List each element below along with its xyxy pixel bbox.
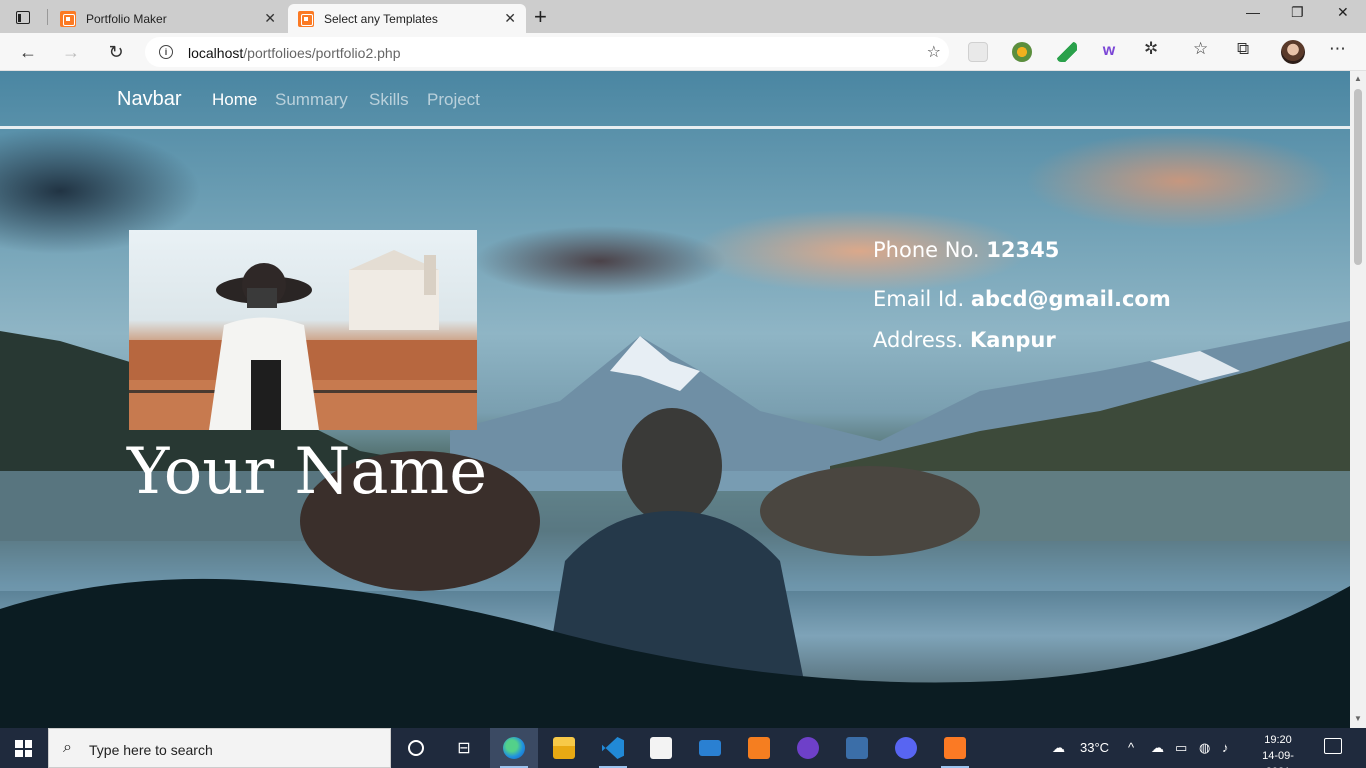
- close-tab-icon[interactable]: ✕: [504, 10, 516, 27]
- weather-icon[interactable]: ☁: [1052, 740, 1065, 756]
- profile-avatar[interactable]: [1281, 40, 1305, 64]
- forward-button[interactable]: →: [58, 39, 84, 65]
- vscode-icon: [602, 737, 624, 759]
- discord-icon: [895, 737, 917, 759]
- search-placeholder: Type here to search: [89, 742, 213, 758]
- tab-portfolio-maker[interactable]: Portfolio Maker ✕: [50, 4, 286, 33]
- sublime-icon: [748, 737, 770, 759]
- nav-link-home[interactable]: Home: [212, 90, 257, 110]
- taskbar-sublime[interactable]: [735, 728, 783, 768]
- task-view-button[interactable]: ⊟: [440, 728, 488, 768]
- github-icon: [797, 737, 819, 759]
- cortana-button[interactable]: [392, 728, 440, 768]
- taskbar-github[interactable]: [784, 728, 832, 768]
- taskbar-xampp[interactable]: [931, 728, 979, 768]
- show-hidden-icons[interactable]: ^: [1128, 740, 1134, 755]
- scrollbar-thumb[interactable]: [1354, 89, 1362, 265]
- network-icon[interactable]: ◍: [1199, 740, 1210, 756]
- page-scrollbar[interactable]: ▲ ▼: [1350, 71, 1366, 728]
- profile-photo: [129, 230, 477, 430]
- clock-time: 19:20: [1264, 734, 1292, 746]
- onedrive-icon[interactable]: ☁: [1151, 740, 1164, 756]
- refresh-button[interactable]: ↻: [103, 39, 129, 65]
- site-info-icon[interactable]: i: [159, 45, 173, 59]
- xampp-icon: [944, 737, 966, 759]
- mail-icon: [699, 740, 721, 756]
- folder-icon: [553, 737, 575, 759]
- address-bar[interactable]: i localhost/portfolioes/portfolio2.php ☆: [145, 37, 949, 67]
- taskbar-search-box[interactable]: ⌕ Type here to search: [48, 728, 391, 768]
- tab-separator: [47, 9, 48, 25]
- w-extension-icon[interactable]: w: [1099, 42, 1119, 62]
- cortana-icon: [408, 740, 424, 756]
- nav-link-skills[interactable]: Skills: [369, 90, 409, 110]
- favorites-icon[interactable]: ☆: [1193, 39, 1208, 59]
- extension-icon[interactable]: [968, 42, 988, 62]
- volume-icon[interactable]: ♪: [1222, 740, 1229, 755]
- battery-icon[interactable]: ▭: [1175, 740, 1187, 756]
- xampp-favicon-icon: [298, 10, 314, 27]
- navbar-brand[interactable]: Navbar: [117, 88, 181, 111]
- scroll-up-icon[interactable]: ▲: [1354, 74, 1362, 83]
- windows-taskbar: ⌕ Type here to search ⊟ ☁ 33°C ^ ☁ ▭ ◍ ♪…: [0, 728, 1366, 768]
- notifications-icon[interactable]: [1324, 738, 1342, 754]
- bottom-wave: [0, 578, 1350, 728]
- minimize-button[interactable]: —: [1246, 4, 1260, 20]
- dev-icon: [846, 737, 868, 759]
- tab-actions-button[interactable]: [10, 6, 36, 28]
- tab-select-templates[interactable]: Select any Templates ✕: [288, 4, 526, 33]
- hero-name: Your Name: [127, 435, 488, 509]
- page-viewport: Navbar Home Summary Skills Project Your …: [0, 71, 1350, 728]
- taskbar-file-explorer[interactable]: [540, 728, 588, 768]
- windows-start-button[interactable]: [15, 740, 32, 757]
- scroll-down-icon[interactable]: ▼: [1354, 714, 1362, 723]
- task-view-icon: ⊟: [457, 740, 471, 757]
- taskbar-edge[interactable]: [490, 728, 538, 768]
- more-menu-icon[interactable]: ⋯: [1329, 39, 1346, 59]
- xampp-favicon-icon: [60, 10, 76, 27]
- taskbar-vscode[interactable]: [589, 728, 637, 768]
- new-tab-button[interactable]: +: [534, 4, 547, 30]
- browser-toolbar: ← → ↻ i localhost/portfolioes/portfolio2…: [0, 33, 1366, 71]
- drive-extension-icon[interactable]: [1057, 42, 1077, 62]
- taskbar-devcpp[interactable]: [833, 728, 881, 768]
- clock-date: 14-09-2021: [1262, 750, 1294, 768]
- search-icon: ⌕: [63, 739, 72, 756]
- extension-icon[interactable]: [1012, 42, 1032, 62]
- contact-email: Email Id. abcd@gmail.com: [873, 287, 1171, 311]
- store-icon: [650, 737, 672, 759]
- close-window-button[interactable]: ✕: [1337, 4, 1349, 21]
- taskbar-store[interactable]: [637, 728, 685, 768]
- contact-phone: Phone No. 12345: [873, 238, 1060, 262]
- add-favorite-icon[interactable]: ☆: [927, 42, 941, 62]
- url-text[interactable]: localhost/portfolioes/portfolio2.php: [188, 45, 400, 61]
- edge-icon: [503, 737, 525, 759]
- browser-tab-strip: Portfolio Maker ✕ Select any Templates ✕…: [0, 0, 1366, 33]
- restore-button[interactable]: ❐: [1291, 4, 1304, 21]
- tab-title: Select any Templates: [324, 11, 438, 26]
- taskbar-discord[interactable]: [882, 728, 930, 768]
- nav-link-project[interactable]: Project: [427, 90, 480, 110]
- tab-actions-icon: [16, 10, 30, 24]
- nav-link-summary[interactable]: Summary: [275, 90, 348, 110]
- top-navbar: Navbar Home Summary Skills Project: [0, 71, 1350, 129]
- tab-title: Portfolio Maker: [86, 11, 167, 26]
- weather-temp[interactable]: 33°C: [1080, 740, 1109, 755]
- system-clock[interactable]: 19:20 14-09-2021: [1250, 732, 1306, 768]
- contact-address: Address. Kanpur: [873, 328, 1056, 352]
- back-button[interactable]: ←: [15, 39, 41, 65]
- extensions-puzzle-icon[interactable]: ✲: [1144, 39, 1158, 59]
- taskbar-mail[interactable]: [686, 728, 734, 768]
- photographer-image: [129, 250, 477, 430]
- close-tab-icon[interactable]: ✕: [264, 10, 276, 27]
- collections-icon[interactable]: ⧉: [1237, 39, 1249, 59]
